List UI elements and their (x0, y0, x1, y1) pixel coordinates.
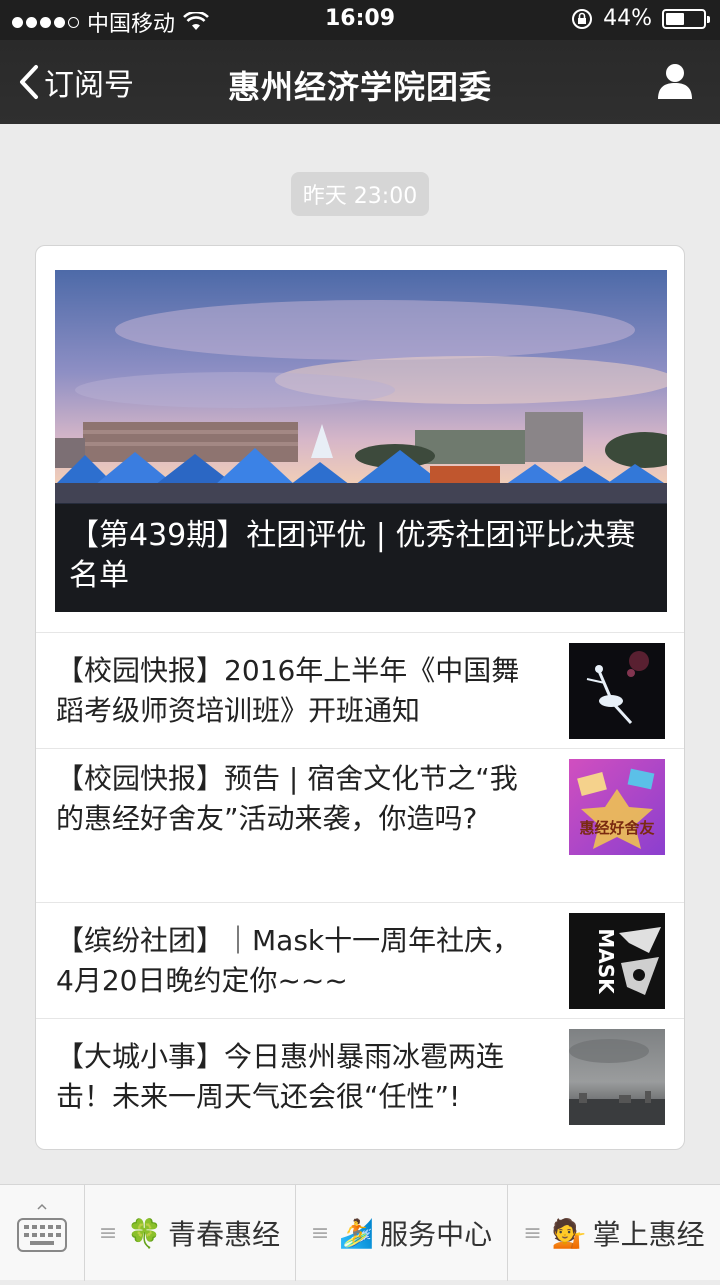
battery-percent: 44% (603, 6, 652, 31)
article-title: 【缤纷社团】｜Mask十一周年社庆，4月20日晚约定你~~~ (56, 924, 521, 997)
menu-label: 掌上惠经 (592, 1218, 705, 1251)
dance-thumbnail (569, 643, 665, 739)
menu-lines-icon: ≡ (310, 1220, 330, 1246)
status-bar: 中国移动 16:09 44% (0, 0, 720, 40)
menu-item-mobile[interactable]: ≡ 💁 掌上惠经 (508, 1185, 720, 1281)
article-title: 【校园快报】预告 | 宿舍文化节之“我的惠经好舍友”活动来袭，你造吗? (56, 762, 518, 835)
menu-item-qingchun[interactable]: ≡ 🍀 青春惠经 (84, 1185, 296, 1281)
battery-icon (662, 8, 710, 29)
list-item[interactable]: 【校园快报】2016年上半年《中国舞蹈考级师资培训班》开班通知 (36, 632, 684, 749)
keyboard-toggle-button[interactable] (0, 1185, 85, 1281)
profile-button[interactable] (656, 62, 694, 104)
bottom-menu-bar: ≡ 🍀 青春惠经 ≡ 🏄 服务中心 ≡ 💁 掌上惠经 (0, 1184, 720, 1281)
menu-item-service[interactable]: ≡ 🏄 服务中心 (296, 1185, 508, 1281)
mask-thumbnail: MASK (569, 913, 665, 1009)
article-card: 【第439期】社团评优 | 优秀社团评比决赛名单 【校园快报】2016年上半年《… (35, 245, 685, 1150)
article-title: 【校园快报】2016年上半年《中国舞蹈考级师资培训班》开班通知 (56, 654, 520, 727)
rotation-lock-icon (572, 8, 593, 29)
menu-label: 青春惠经 (168, 1218, 281, 1251)
cover-article[interactable]: 【第439期】社团评优 | 优秀社团评比决赛名单 (55, 270, 667, 612)
surfer-icon: 🏄 (339, 1216, 375, 1250)
weather-thumbnail (569, 1029, 665, 1125)
list-item[interactable]: 【校园快报】预告 | 宿舍文化节之“我的惠经好舍友”活动来袭，你造吗? 惠经好舍… (36, 748, 684, 903)
mask-thumb-text: MASK (594, 928, 618, 995)
page-title: 惠州经济学院团委 (227, 68, 492, 106)
cover-title: 【第439期】社团评优 | 优秀社团评比决赛名单 (55, 504, 667, 612)
list-item[interactable]: 【缤纷社团】｜Mask十一周年社庆，4月20日晚约定你~~~ MASK (36, 902, 684, 1019)
status-right: 44% (571, 6, 710, 31)
nav-bar: 订阅号 惠州经济学院团委 (0, 40, 720, 124)
person-tipping-hand-icon: 💁 (551, 1216, 587, 1250)
person-icon (658, 64, 692, 99)
dorm-thumbnail: 惠经好舍友 (569, 759, 665, 855)
timestamp-row: 昨天 23:00 (0, 172, 720, 216)
clover-icon: 🍀 (127, 1216, 163, 1250)
list-item[interactable]: 【大城小事】今日惠州暴雨冰雹两连击！未来一周天气还会很“任性”! (36, 1018, 684, 1149)
article-title: 【大城小事】今日惠州暴雨冰雹两连击！未来一周天气还会很“任性”! (56, 1040, 505, 1113)
menu-lines-icon: ≡ (98, 1220, 118, 1246)
message-timestamp: 昨天 23:00 (290, 172, 430, 216)
menu-label: 服务中心 (380, 1218, 493, 1251)
dorm-thumb-text: 惠经好舍友 (579, 819, 654, 837)
keyboard-icon (17, 1203, 67, 1252)
menu-lines-icon: ≡ (523, 1220, 542, 1246)
